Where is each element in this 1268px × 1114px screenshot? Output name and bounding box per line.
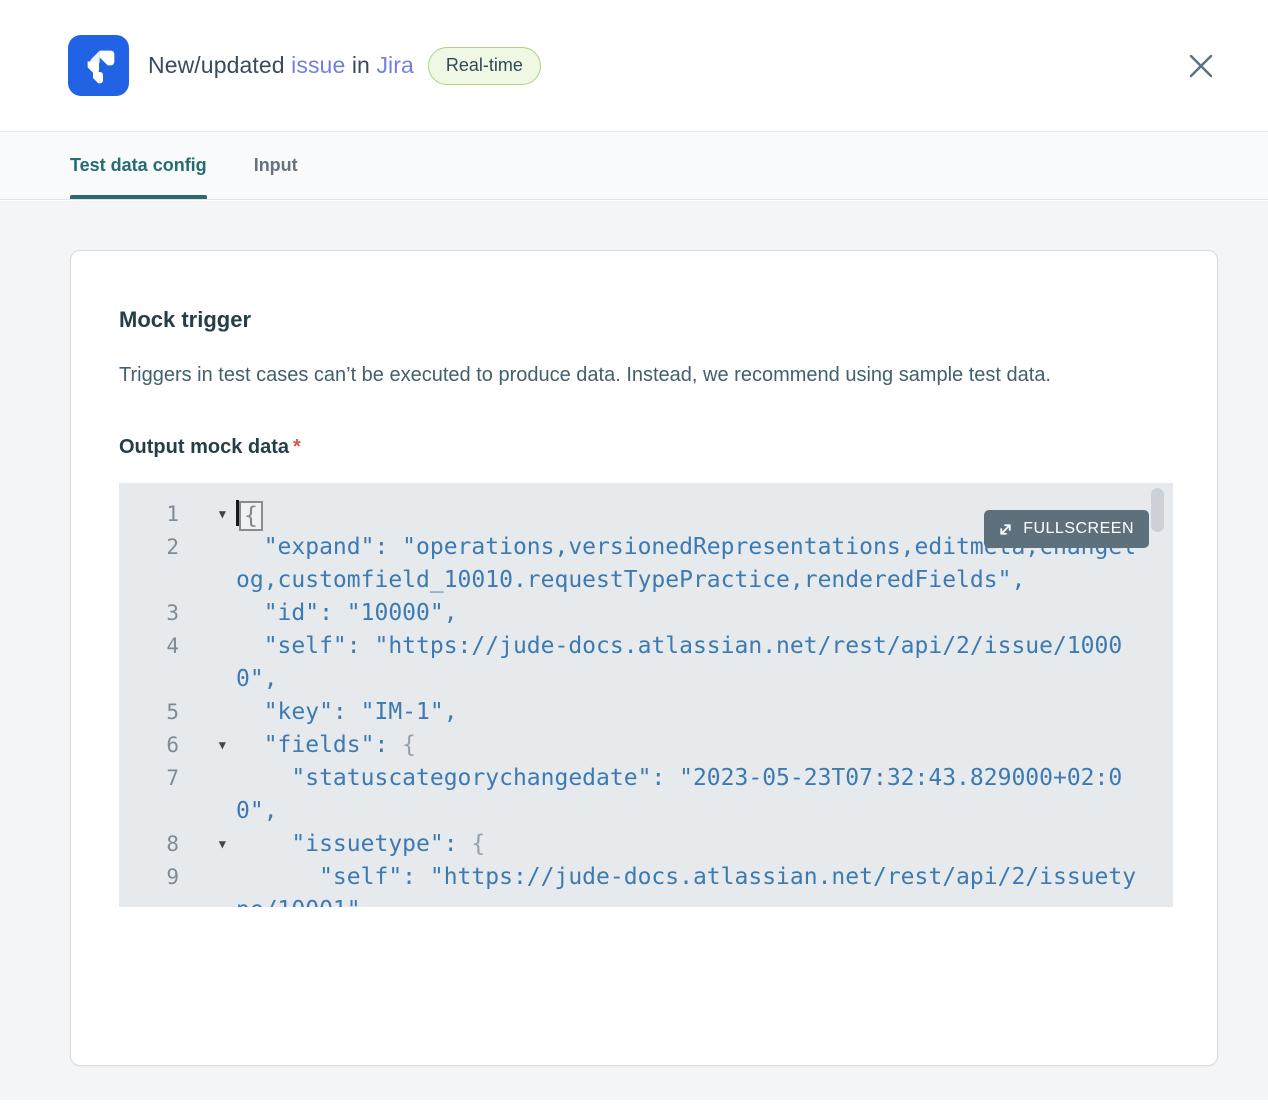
code-line: "fields": { [236,729,1173,762]
tab-input[interactable]: Input [254,132,298,199]
expand-arrows-icon [997,521,1014,538]
card-heading: Mock trigger [119,307,1169,333]
line-number: 4 [119,630,179,663]
tab-test-data-config[interactable]: Test data config [70,132,207,199]
line-number [119,663,179,696]
code-line: "self": "https://jude-docs.atlassian.net… [236,861,1173,894]
required-asterisk: * [293,436,301,458]
mock-data-code-editor[interactable]: FULLSCREEN 1▼{2 "expand": "operations,ve… [119,483,1173,907]
mock-trigger-card: Mock trigger Triggers in test cases can’… [70,250,1218,1066]
dialog-title: New/updated issue in Jira [148,52,414,79]
code-row: 3 "id": "10000", [119,597,1173,630]
fullscreen-label: FULLSCREEN [1023,520,1134,538]
line-number: 5 [119,696,179,729]
tab-bar: Test data config Input [0,131,1268,200]
code-line: 0", [236,663,1173,696]
code-row: 4 "self": "https://jude-docs.atlassian.n… [119,630,1173,663]
trigger-config-dialog: New/updated issue in Jira Real-time Test… [0,0,1268,1114]
fold-gutter [179,663,236,696]
code-line: pe/10001" [236,894,1173,907]
line-number: 9 [119,861,179,894]
jira-logo-mark [79,46,119,86]
code-row: og,customfield_10010.requestTypePractice… [119,564,1173,597]
fold-gutter [179,564,236,597]
realtime-badge: Real-time [428,47,541,85]
line-number: 2 [119,531,179,564]
fold-gutter [179,531,236,564]
code-row: 5 "key": "IM-1", [119,696,1173,729]
close-button[interactable] [1184,49,1218,83]
fold-gutter [179,630,236,663]
code-row: 9 "self": "https://jude-docs.atlassian.n… [119,861,1173,894]
code-row: 0", [119,663,1173,696]
line-number: 8 [119,828,179,861]
fold-gutter [179,894,236,907]
code-line: "self": "https://jude-docs.atlassian.net… [236,630,1173,663]
line-number [119,564,179,597]
code-line: 0", [236,795,1173,828]
code-row: 8▼ "issuetype": { [119,828,1173,861]
fold-gutter [179,861,236,894]
line-number [119,894,179,907]
line-number: 6 [119,729,179,762]
code-line: "id": "10000", [236,597,1173,630]
dialog-body: Mock trigger Triggers in test cases can’… [0,201,1268,1100]
fold-toggle-icon[interactable]: ▼ [179,828,236,861]
code-row: 6▼ "fields": { [119,729,1173,762]
line-number: 3 [119,597,179,630]
code-line: "key": "IM-1", [236,696,1173,729]
code-line: og,customfield_10010.requestTypePractice… [236,564,1173,597]
code-line: "statuscategorychangedate": "2023-05-23T… [236,762,1173,795]
line-number: 7 [119,762,179,795]
card-description: Triggers in test cases can’t be executed… [119,358,1129,392]
editor-scrollbar-thumb[interactable] [1151,488,1164,532]
page-bottom-edge [0,1100,1268,1114]
jira-icon [68,35,129,96]
code-row: pe/10001" [119,894,1173,907]
fold-gutter [179,795,236,828]
fold-gutter [179,762,236,795]
line-number [119,795,179,828]
fullscreen-button[interactable]: FULLSCREEN [984,510,1149,548]
fold-toggle-icon[interactable]: ▼ [179,498,236,531]
code-line: "issuetype": { [236,828,1173,861]
fold-gutter [179,597,236,630]
matched-brace: { [239,501,263,531]
fold-toggle-icon[interactable]: ▼ [179,729,236,762]
line-number: 1 [119,498,179,531]
output-mock-data-label: Output mock data* [119,436,1169,459]
dialog-header: New/updated issue in Jira Real-time [0,0,1268,131]
code-row: 0", [119,795,1173,828]
close-icon [1187,52,1215,80]
fold-gutter [179,696,236,729]
code-row: 7 "statuscategorychangedate": "2023-05-2… [119,762,1173,795]
